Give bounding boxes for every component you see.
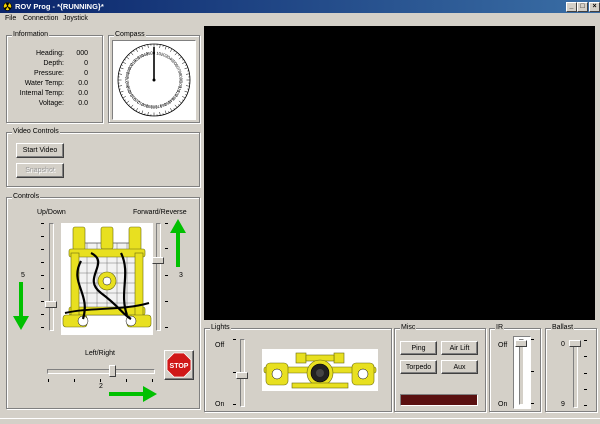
arrow-right-icon xyxy=(109,386,157,402)
internal-temp-label: Internal Temp: xyxy=(20,90,64,97)
stop-label: STOP xyxy=(170,363,189,370)
rov-top-view xyxy=(61,223,153,335)
information-legend: Information xyxy=(12,31,49,38)
fwdrev-label: Forward/Reverse xyxy=(133,209,187,216)
ir-on-label: On xyxy=(498,401,507,408)
aux-button[interactable]: Aux xyxy=(441,360,478,374)
torpedo-button[interactable]: Torpedo xyxy=(400,360,437,374)
arrow-up-icon xyxy=(170,219,186,267)
stop-sign-icon: STOP xyxy=(165,351,193,379)
status-strip xyxy=(0,418,600,424)
title-bar[interactable]: ROV Prog - *{RUNNING}* _ □ × xyxy=(0,0,600,13)
fwdrev-value: 3 xyxy=(179,272,183,279)
app-icon xyxy=(3,2,12,11)
controls-group: Controls Up/Down Forward/Reverse 5 xyxy=(6,197,200,409)
maximize-button[interactable]: □ xyxy=(577,2,588,12)
lights-group: Lights Off On xyxy=(204,328,392,412)
ir-group: IR Off On xyxy=(489,328,541,412)
compass-frame: 3503403303203103002902802702602502402302… xyxy=(112,40,196,120)
compass-label: 90 xyxy=(179,78,184,83)
water-temp-value: 0.0 xyxy=(78,80,88,87)
pressure-label: Pressure: xyxy=(34,70,64,77)
information-group: Information Heading: 000 Depth: 0 Pressu… xyxy=(6,35,103,123)
ballast-top-label: 0 xyxy=(561,341,565,348)
air-lift-button[interactable]: Air Lift xyxy=(441,341,478,355)
ir-off-label: Off xyxy=(498,342,507,349)
internal-temp-value: 0.0 xyxy=(78,90,88,97)
snapshot-button[interactable]: Snapshot xyxy=(16,163,64,178)
video-controls-legend: Video Controls xyxy=(12,128,60,135)
ballast-bottom-label: 9 xyxy=(561,401,565,408)
start-video-button[interactable]: Start Video xyxy=(16,143,64,158)
depth-label: Depth: xyxy=(43,60,64,67)
updown-value: 5 xyxy=(21,272,25,279)
minimize-button[interactable]: _ xyxy=(566,2,577,12)
compass-legend: Compass xyxy=(114,31,146,38)
lights-thumb[interactable] xyxy=(236,372,248,379)
heading-label: Heading: xyxy=(36,50,64,57)
close-button[interactable]: × xyxy=(589,2,600,12)
ir-legend: IR xyxy=(495,324,504,331)
menu-connection[interactable]: Connection xyxy=(23,15,58,22)
menu-joystick[interactable]: Joystick xyxy=(63,15,88,22)
depth-value: 0 xyxy=(84,60,88,67)
lights-on-label: On xyxy=(215,401,224,408)
window-title: ROV Prog - *{RUNNING}* xyxy=(15,2,104,11)
video-controls-group: Video Controls Start Video Snapshot xyxy=(6,132,200,187)
misc-legend: Misc xyxy=(400,324,416,331)
ping-button[interactable]: Ping xyxy=(400,341,437,355)
pressure-value: 0 xyxy=(84,70,88,77)
water-temp-label: Water Temp: xyxy=(25,80,64,87)
voltage-label: Voltage: xyxy=(39,100,64,107)
status-indicator xyxy=(400,394,478,406)
menu-file[interactable]: File xyxy=(5,15,16,22)
video-display xyxy=(204,26,595,320)
ballast-thumb[interactable] xyxy=(569,340,581,347)
leftright-label: Left/Right xyxy=(85,350,115,357)
ballast-legend: Ballast xyxy=(551,324,574,331)
leftright-value: 2 xyxy=(99,383,103,390)
updown-thumb[interactable] xyxy=(45,301,57,308)
menu-bar: File Connection Joystick xyxy=(0,13,600,25)
heading-value: 000 xyxy=(76,50,88,57)
ballast-group: Ballast 0 9 xyxy=(545,328,597,412)
compass-dial: 3503403303203103002902802702602502402302… xyxy=(113,41,195,119)
ir-thumb[interactable] xyxy=(515,340,527,347)
lights-off-label: Off xyxy=(215,342,224,349)
rov-front-view xyxy=(262,349,378,391)
lights-legend: Lights xyxy=(210,324,231,331)
stop-button[interactable]: STOP xyxy=(164,350,194,380)
voltage-value: 0.0 xyxy=(78,100,88,107)
controls-legend: Controls xyxy=(12,193,40,200)
arrow-down-icon xyxy=(13,282,29,330)
main-window: ROV Prog - *{RUNNING}* _ □ × File Connec… xyxy=(0,0,600,423)
compass-group: Compass 35034033032031030029028027026025… xyxy=(108,35,200,123)
fwdrev-thumb[interactable] xyxy=(152,257,164,264)
leftright-thumb[interactable] xyxy=(109,365,116,377)
updown-label: Up/Down xyxy=(37,209,66,216)
misc-group: Misc Ping Air Lift Torpedo Aux xyxy=(394,328,486,412)
